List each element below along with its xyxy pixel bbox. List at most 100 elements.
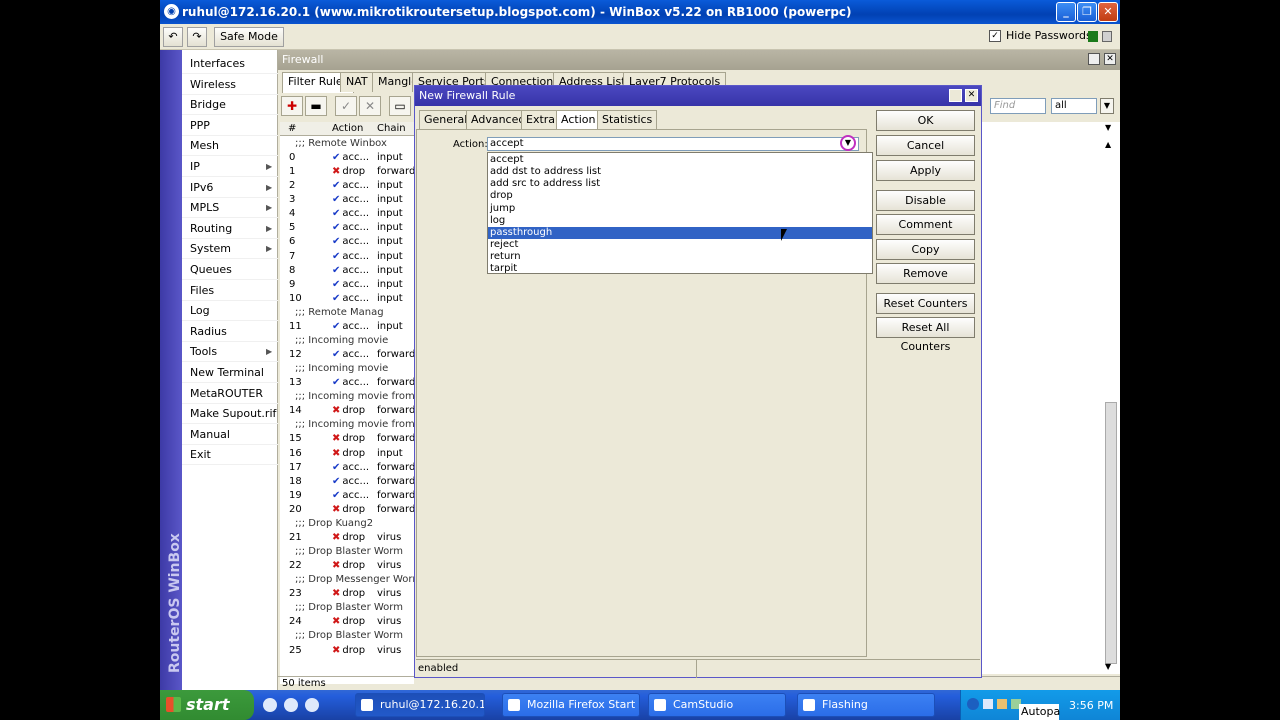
minimize-button[interactable]: _ (1056, 2, 1076, 22)
table-row[interactable]: 10 ✔ acc... input (280, 292, 414, 306)
table-row[interactable]: 0 ✔ acc... input (280, 151, 414, 165)
taskbar-item[interactable]: CamStudio (648, 693, 786, 717)
scroll-down-icon[interactable]: ▼ (1105, 662, 1111, 671)
comment-button[interactable]: Comment (876, 214, 975, 235)
dialog-tab-extra[interactable]: Extra (521, 110, 561, 129)
menu-item-routing[interactable]: Routing (182, 219, 278, 239)
table-row[interactable]: 9 ✔ acc... input (280, 278, 414, 292)
hide-passwords-checkbox[interactable]: ✓ (989, 30, 1001, 42)
table-row[interactable]: 6 ✔ acc... input (280, 235, 414, 249)
menu-item-mpls[interactable]: MPLS (182, 198, 278, 219)
menu-item-log[interactable]: Log (182, 301, 278, 322)
media-player-icon[interactable] (305, 698, 319, 712)
tab-nat[interactable]: NAT (340, 72, 374, 92)
dialog-close-icon[interactable]: ✕ (965, 89, 978, 102)
column-number[interactable]: # (288, 123, 296, 134)
menu-item-radius[interactable]: Radius (182, 322, 278, 342)
rule-comment[interactable]: ;;; Drop Blaster Worm (280, 545, 414, 559)
action-option-tarpit[interactable]: tarpit (488, 263, 872, 275)
table-row[interactable]: 16 ✖ drop input (280, 447, 414, 461)
rule-comment[interactable]: ;;; Drop Blaster Worm (280, 629, 414, 643)
menu-item-ipv6[interactable]: IPv6 (182, 178, 278, 198)
table-row[interactable]: 8 ✔ acc... input (280, 264, 414, 278)
dialog-tab-action[interactable]: Action (556, 110, 601, 130)
menu-item-tools[interactable]: Tools (182, 342, 278, 363)
action-option-jump[interactable]: jump (488, 203, 872, 215)
column-chain[interactable]: Chain (377, 123, 406, 134)
taskbar-item[interactable]: ruhul@172.16.20.1 (... (355, 693, 485, 717)
menu-item-system[interactable]: System (182, 239, 278, 260)
add-icon[interactable]: ✚ (281, 96, 303, 116)
rule-comment[interactable]: ;;; Incoming movie (280, 334, 414, 348)
dialog-restore-icon[interactable] (949, 89, 962, 102)
menu-item-mesh[interactable]: Mesh (182, 136, 278, 157)
taskbar-item[interactable]: Mozilla Firefox Start P... (502, 693, 640, 717)
table-row[interactable]: 2 ✔ acc... input (280, 179, 414, 193)
table-row[interactable]: 4 ✔ acc... input (280, 207, 414, 221)
tray-back-icon[interactable] (967, 698, 979, 710)
maximize-button[interactable]: ❐ (1077, 2, 1097, 22)
table-row[interactable]: 5 ✔ acc... input (280, 221, 414, 235)
column-action[interactable]: Action (332, 123, 363, 134)
rule-comment[interactable]: ;;; Incoming movie from inte (280, 390, 414, 404)
close-button[interactable]: ✕ (1098, 2, 1118, 22)
ie-icon[interactable] (263, 698, 277, 712)
cancel-button[interactable]: Cancel (876, 135, 975, 156)
disable-button[interactable]: Disable (876, 190, 975, 211)
table-row[interactable]: 1 ✖ drop forward (280, 165, 414, 179)
rule-comment[interactable]: ;;; Incoming movie from inte (280, 418, 414, 432)
restore-icon[interactable] (1088, 53, 1100, 65)
table-row[interactable]: 21 ✖ drop virus (280, 531, 414, 545)
taskbar-item[interactable]: Flashing (797, 693, 935, 717)
ok-button[interactable]: OK (876, 110, 975, 131)
action-option-drop[interactable]: drop (488, 190, 872, 202)
remove-button[interactable]: Remove (876, 263, 975, 284)
table-row[interactable]: 20 ✖ drop forward (280, 503, 414, 517)
menu-item-ppp[interactable]: PPP (182, 116, 278, 136)
table-row[interactable]: 18 ✔ acc... forward (280, 475, 414, 489)
action-option-log[interactable]: log (488, 215, 872, 227)
table-row[interactable]: 14 ✖ drop forward (280, 404, 414, 418)
action-option-accept[interactable]: accept (488, 154, 872, 166)
table-row[interactable]: 11 ✔ acc... input (280, 320, 414, 334)
menu-item-ip[interactable]: IP (182, 157, 278, 177)
tray-security-icon[interactable] (997, 699, 1007, 709)
remove-icon[interactable]: ▬ (305, 96, 327, 116)
menu-item-manual[interactable]: Manual (182, 425, 278, 445)
close-panel-icon[interactable]: ✕ (1104, 53, 1116, 65)
start-button[interactable]: start (160, 690, 254, 720)
table-row[interactable]: 12 ✔ acc... forward (280, 348, 414, 362)
rule-comment[interactable]: ;;; Drop Kuang2 (280, 517, 414, 531)
rule-comment[interactable]: ;;; Drop Messenger Worm (280, 573, 414, 587)
action-option-return[interactable]: return (488, 251, 872, 263)
action-option-add-src-to-address-list[interactable]: add src to address list (488, 178, 872, 190)
comment-icon[interactable]: ▭ (389, 96, 411, 116)
safe-mode-button[interactable]: Safe Mode (214, 27, 284, 47)
scroll-up-icon[interactable]: ▲ (1105, 140, 1111, 149)
action-option-passthrough[interactable]: passthrough (488, 226, 872, 239)
show-desktop-icon[interactable] (284, 698, 298, 712)
table-row[interactable]: 24 ✖ drop virus (280, 615, 414, 629)
table-row[interactable]: 7 ✔ acc... input (280, 250, 414, 264)
apply-button[interactable]: Apply (876, 160, 975, 181)
column-menu-icon[interactable]: ▼ (1105, 123, 1111, 132)
menu-item-bridge[interactable]: Bridge (182, 95, 278, 116)
reset-all-counters-button[interactable]: Reset All Counters (876, 317, 975, 353)
table-row[interactable]: 13 ✔ acc... forward (280, 376, 414, 390)
table-row[interactable]: 15 ✖ drop forward (280, 432, 414, 446)
table-row[interactable]: 3 ✔ acc... input (280, 193, 414, 207)
rule-comment[interactable]: ;;; Remote Winbox (280, 137, 414, 151)
menu-item-interfaces[interactable]: Interfaces (182, 54, 278, 74)
menu-item-make-supout-rif[interactable]: Make Supout.rif (182, 404, 278, 425)
table-row[interactable]: 17 ✔ acc... forward (280, 461, 414, 475)
rule-comment[interactable]: ;;; Drop Blaster Worm (280, 601, 414, 615)
scrollbar-thumb[interactable] (1105, 402, 1117, 664)
dialog-tab-general[interactable]: General (419, 110, 473, 129)
menu-item-queues[interactable]: Queues (182, 260, 278, 280)
table-row[interactable]: 22 ✖ drop virus (280, 559, 414, 573)
rule-comment[interactable]: ;;; Remote Manag (280, 306, 414, 320)
action-option-add-dst-to-address-list[interactable]: add dst to address list (488, 166, 872, 178)
tray-network-icon[interactable] (983, 699, 993, 709)
copy-button[interactable]: Copy (876, 239, 975, 260)
table-row[interactable]: 25 ✖ drop virus (280, 644, 414, 658)
